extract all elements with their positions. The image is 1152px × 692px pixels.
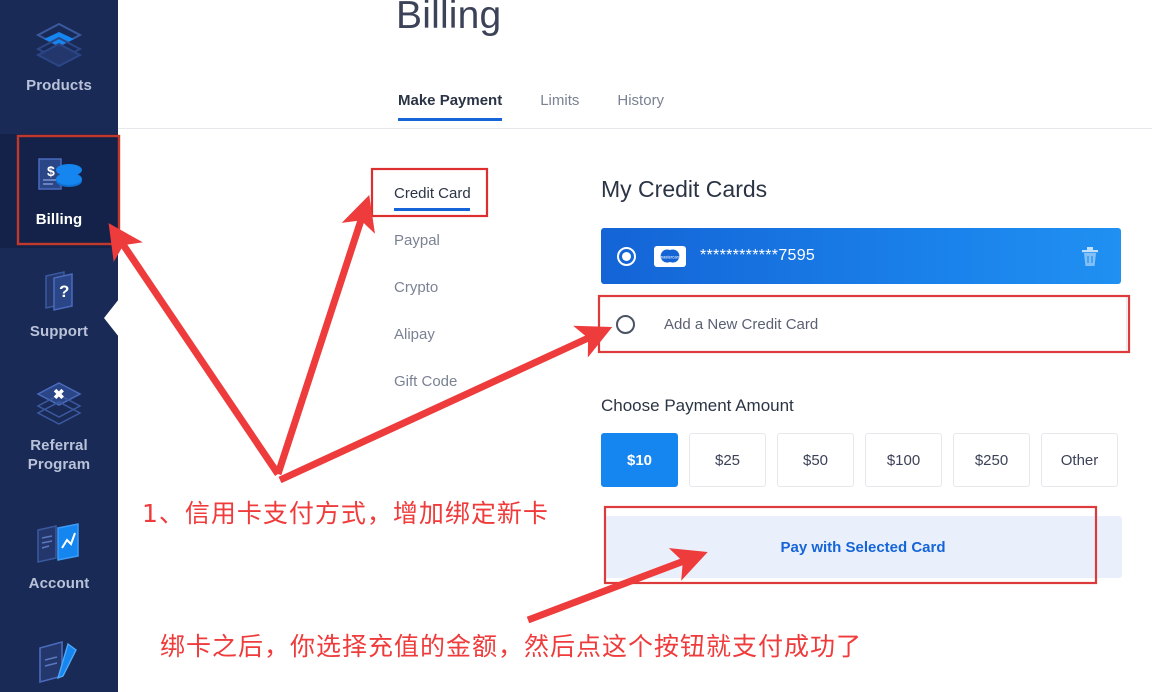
page-title: Billing [396,0,502,37]
amount-button-100[interactable]: $100 [865,433,942,487]
sidebar-item-referral-program[interactable]: ✖ Referral Program [0,378,118,474]
add-new-credit-card-row[interactable]: Add a New Credit Card [599,296,1127,352]
card-radio-selected[interactable] [617,246,636,266]
sidebar-item-account[interactable]: Account [0,516,118,593]
card-radio-add-new[interactable] [616,314,635,334]
payment-method-list: Credit Card Paypal Crypto Alipay Gift Co… [388,170,538,405]
main-content: Billing Make Payment Limits History Cred… [118,0,1152,692]
amount-button-25[interactable]: $25 [689,433,766,487]
card-number-label: ************7595 [700,247,816,264]
invoice-coins-icon: $ [30,152,88,204]
billing-page: Products $ Billing ? Support ✖ Referral … [0,0,1152,692]
svg-text:$: $ [47,163,55,179]
svg-text:✖: ✖ [53,386,65,402]
amount-button-250[interactable]: $250 [953,433,1030,487]
tab-history[interactable]: History [617,92,664,121]
question-cards-icon: ? [30,264,88,316]
payment-method-credit-card[interactable]: Credit Card [388,170,538,217]
payment-method-paypal[interactable]: Paypal [388,217,538,264]
tab-bar: Make Payment Limits History [398,92,702,121]
trash-icon[interactable] [1079,244,1101,268]
amount-button-50[interactable]: $50 [777,433,854,487]
sidebar: Products $ Billing ? Support ✖ Referral … [0,0,118,692]
sidebar-item-label: Support [29,323,89,340]
payment-method-crypto[interactable]: Crypto [388,264,538,311]
sidebar-item-notebook[interactable] [0,632,118,690]
sidebar-item-support[interactable]: ? Support [0,264,118,341]
notebook-pencil-icon [30,632,88,684]
tab-make-payment[interactable]: Make Payment [398,92,503,121]
sidebar-item-label: Billing [35,211,83,228]
tab-divider [118,128,1152,129]
saved-credit-card-row[interactable]: mastercard ************7595 [601,228,1121,284]
cards-section-title: My Credit Cards [601,176,768,202]
folder-chart-icon [30,516,88,568]
payment-method-gift-code[interactable]: Gift Code [388,358,538,405]
amount-section-title: Choose Payment Amount [601,396,794,415]
mastercard-icon: mastercard [654,245,686,267]
layers-cube-icon [30,18,88,70]
add-new-card-label: Add a New Credit Card [664,315,819,333]
sidebar-item-billing[interactable]: $ Billing [0,134,118,337]
payment-method-alipay[interactable]: Alipay [388,311,538,358]
layers-star-icon: ✖ [30,378,88,430]
tab-limits[interactable]: Limits [540,92,579,121]
sidebar-item-products[interactable]: Products [0,18,118,95]
sidebar-item-label: Account [28,575,90,592]
svg-text:mastercard: mastercard [660,254,681,259]
svg-text:?: ? [59,282,69,301]
sidebar-item-label: Referral Program [27,437,91,473]
amount-options: $10 $25 $50 $100 $250 Other [601,433,1118,487]
sidebar-item-label: Products [26,77,92,94]
pay-with-selected-card-button[interactable]: Pay with Selected Card [604,516,1122,578]
amount-button-other[interactable]: Other [1041,433,1118,487]
amount-button-10[interactable]: $10 [601,433,678,487]
